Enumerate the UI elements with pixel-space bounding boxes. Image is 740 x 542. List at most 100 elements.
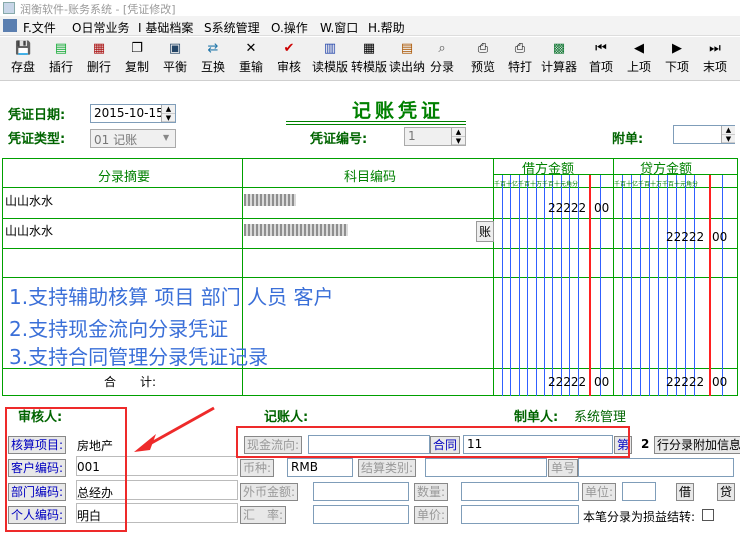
- digit-line: [502, 175, 503, 396]
- reset-button[interactable]: ✕ 重输: [236, 39, 266, 79]
- print-button[interactable]: ⎙ 特打: [505, 39, 535, 79]
- first-button[interactable]: ⏮ 首项: [586, 39, 616, 79]
- currency-label: 币种:: [240, 459, 275, 477]
- rate-label: 汇 率:: [240, 506, 287, 524]
- entry-icon: ⌕: [438, 41, 446, 56]
- col-debit-header: 借方金额: [522, 162, 575, 177]
- menu-file[interactable]: F.文件: [23, 19, 56, 36]
- note-3: 3.支持合同管理分录凭证记录: [9, 345, 269, 369]
- unit-field[interactable]: [622, 482, 656, 501]
- prev-icon: ◀: [634, 41, 644, 56]
- read-cashier-button[interactable]: ▤ 读出纳: [387, 39, 427, 79]
- total-debit-dec: 00: [594, 375, 610, 389]
- grid-hline: [2, 218, 738, 219]
- row2-summary[interactable]: 山山水水: [5, 222, 53, 239]
- digit-line: [536, 175, 537, 396]
- credit-digit-units: 千百十亿千百十万千百十元角分: [614, 181, 699, 188]
- insert-row-icon: ▤: [54, 41, 68, 56]
- app-icon: [3, 2, 15, 14]
- print-icon: ⎙: [514, 41, 526, 56]
- swap-button[interactable]: ⇄ 互换: [198, 39, 228, 79]
- currency-field[interactable]: RMB: [287, 458, 353, 477]
- audit-button[interactable]: ✔ 审核: [274, 39, 304, 79]
- save-template-icon: ▦: [362, 41, 376, 56]
- save-template-button[interactable]: ▦ 转模版: [349, 39, 389, 79]
- balance-icon: ▣: [168, 41, 182, 56]
- bill-no-label: 单号: [548, 459, 579, 477]
- window-title: 润衡软件-账务系统 - [凭证修改]: [20, 3, 176, 16]
- preview-button[interactable]: ⎙ 预览: [468, 39, 498, 79]
- reset-icon: ✕: [245, 41, 257, 56]
- decimal-line: [709, 175, 711, 396]
- copy-button[interactable]: ❐ 复制: [122, 39, 152, 79]
- delete-row-button[interactable]: ▦ 删行: [84, 39, 114, 79]
- row1-account-redacted[interactable]: [244, 194, 296, 206]
- bill-no-field[interactable]: [578, 458, 734, 477]
- decimal-line: [589, 175, 591, 396]
- grid-hline: [2, 277, 738, 278]
- voucher-title: 记账凭证: [352, 100, 445, 122]
- last-button[interactable]: ⏭ 末项: [700, 39, 730, 79]
- row2-credit-dec[interactable]: 00: [712, 230, 727, 244]
- menu-help[interactable]: H.帮助: [368, 19, 405, 36]
- swap-icon: ⇄: [207, 41, 219, 56]
- digit-line: [527, 175, 528, 396]
- pl-transfer-checkbox[interactable]: [702, 509, 714, 521]
- settle-field[interactable]: [425, 458, 547, 477]
- row1-debit-int[interactable]: 22222: [548, 201, 586, 215]
- digit-line: [631, 175, 632, 396]
- price-field[interactable]: [461, 505, 579, 524]
- digit-line: [519, 175, 520, 396]
- calculator-icon: ▩: [552, 41, 566, 56]
- date-spinner[interactable]: ▲ ▼: [161, 105, 175, 122]
- title-bar: 润衡软件-账务系统 - [凭证修改]: [0, 0, 740, 16]
- row2-credit-int[interactable]: 22222: [666, 230, 704, 244]
- menu-daily[interactable]: O日常业务: [72, 19, 129, 36]
- attach-spinner[interactable]: ▲ ▼: [721, 126, 735, 143]
- arrow-shaft: [145, 406, 215, 448]
- balance-button[interactable]: ▣ 平衡: [160, 39, 190, 79]
- row2-account-redacted[interactable]: [244, 224, 348, 236]
- quantity-field[interactable]: [461, 482, 579, 501]
- note-2: 2.支持现金流向分录凭证: [9, 317, 229, 341]
- row1-summary[interactable]: 山山水水: [5, 192, 53, 209]
- audit-icon: ✔: [283, 41, 295, 56]
- next-icon: ▶: [672, 41, 682, 56]
- attach-label: 附单:: [612, 132, 644, 147]
- date-label: 凭证日期:: [8, 108, 66, 123]
- debit-direction-button[interactable]: 借: [676, 483, 695, 501]
- insert-row-button[interactable]: ▤ 插行: [46, 39, 76, 79]
- entry-button[interactable]: ⌕ 分录: [427, 39, 457, 79]
- menu-window[interactable]: W.窗口: [320, 19, 358, 36]
- read-template-button[interactable]: ▥ 读模版: [310, 39, 350, 79]
- toolbar: 💾 存盘 ▤ 插行 ▦ 删行 ❐ 复制 ▣ 平衡 ⇄ 互换 ✕ 重输 ✔ 审核 ▥ 读模版 ▦ 转模…: [0, 37, 740, 81]
- col-credit-header: 贷方金额: [640, 162, 693, 177]
- unit-label: 单位:: [582, 483, 617, 501]
- menu-archive[interactable]: I 基础档案: [138, 19, 193, 36]
- read-cashier-icon: ▤: [400, 41, 414, 56]
- maker-label: 制单人:: [514, 410, 559, 425]
- prev-button[interactable]: ◀ 上项: [624, 39, 654, 79]
- menu-operation[interactable]: O.操作: [271, 19, 308, 36]
- row1-debit-dec[interactable]: 00: [594, 201, 609, 215]
- title-underline-2: [286, 124, 466, 125]
- save-button[interactable]: 💾 存盘: [8, 39, 38, 79]
- credit-direction-button[interactable]: 贷: [717, 483, 736, 501]
- digit-line: [722, 175, 723, 396]
- maker-value: 系统管理: [574, 410, 627, 425]
- menu-system[interactable]: S系统管理: [204, 19, 260, 36]
- total-credit-dec: 00: [712, 375, 728, 389]
- title-underline: [286, 121, 466, 122]
- next-button[interactable]: ▶ 下项: [662, 39, 692, 79]
- rate-field[interactable]: [313, 505, 409, 524]
- page-number: 2: [641, 437, 650, 451]
- number-spinner[interactable]: ▲ ▼: [451, 128, 465, 145]
- digit-line: [667, 175, 668, 396]
- digit-line: [640, 175, 641, 396]
- note-1: 1.支持辅助核算 项目 部门 人员 客户: [9, 285, 334, 309]
- digit-line: [694, 175, 695, 396]
- entry-attach-info-button[interactable]: 行分录附加信息: [654, 436, 740, 454]
- account-lookup-button[interactable]: 账: [476, 221, 495, 242]
- calculator-button[interactable]: ▩ 计算器: [539, 39, 579, 79]
- foreign-amount-field[interactable]: [313, 482, 409, 501]
